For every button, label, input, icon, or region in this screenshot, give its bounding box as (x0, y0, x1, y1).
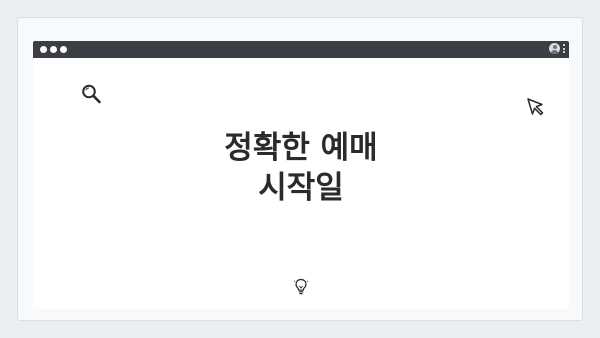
maximize-dot-icon[interactable] (60, 46, 67, 53)
close-dot-icon[interactable] (40, 46, 47, 53)
titlebar-actions (549, 43, 565, 54)
page-title: 정확한 예매 시작일 (33, 128, 569, 208)
search-icon (82, 84, 101, 104)
minimize-dot-icon[interactable] (50, 46, 57, 53)
window-controls (40, 46, 67, 53)
browser-content: 정확한 예매 시작일 (33, 58, 569, 309)
illustration-canvas: 정확한 예매 시작일 (0, 0, 600, 338)
page-title-line-2: 시작일 (258, 170, 344, 206)
page-title-line-1: 정확한 예매 (224, 130, 378, 166)
avatar-icon[interactable] (549, 43, 560, 54)
browser-titlebar (33, 41, 569, 58)
lightbulb-icon (293, 278, 309, 295)
cursor-icon (527, 98, 544, 116)
kebab-menu-icon[interactable] (563, 44, 565, 53)
